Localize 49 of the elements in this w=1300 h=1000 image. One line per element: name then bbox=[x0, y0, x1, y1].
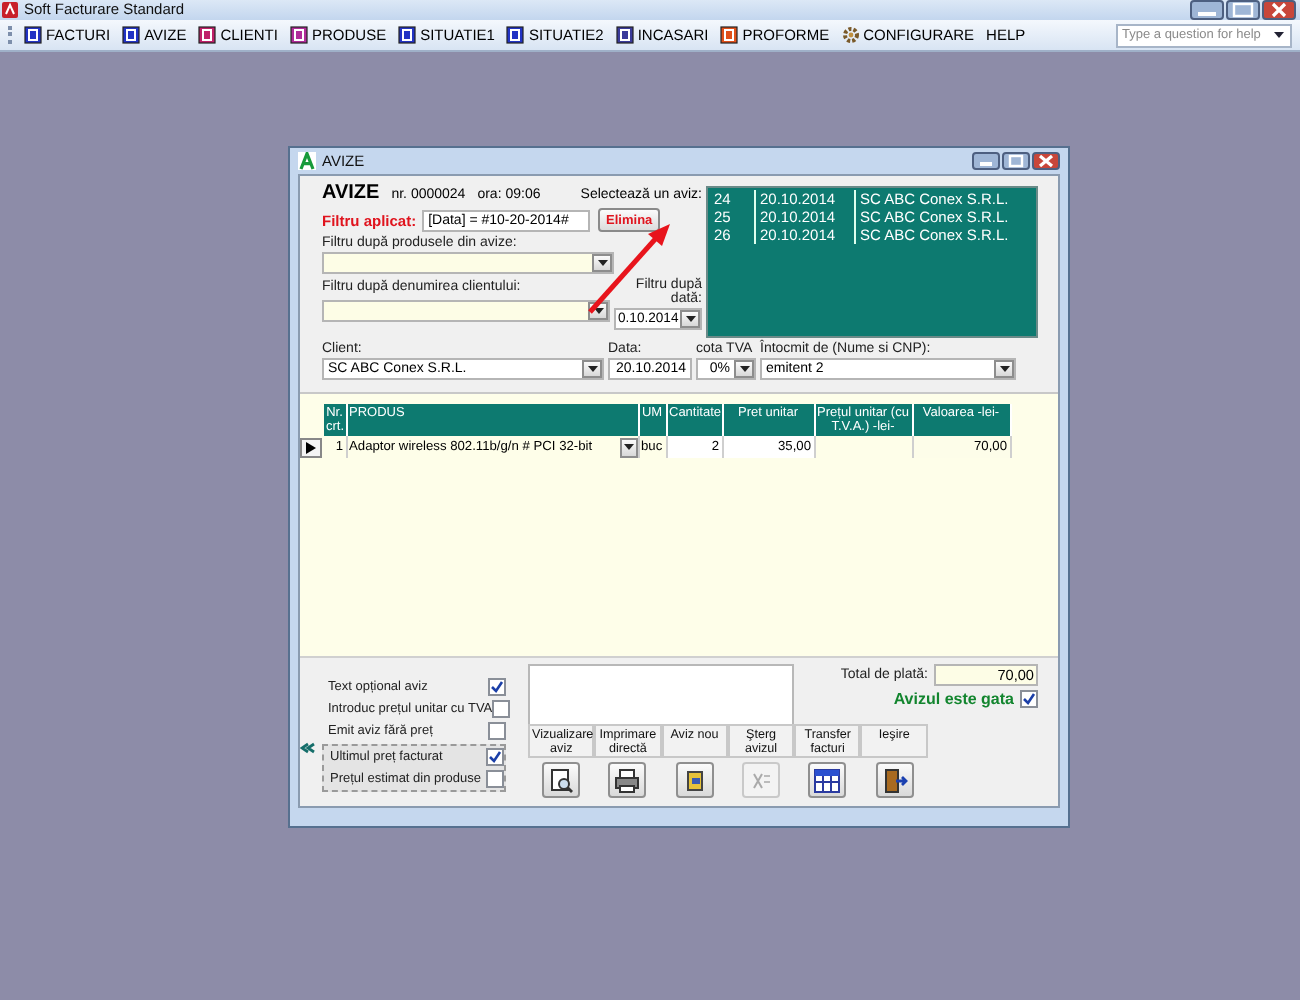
transfer-button[interactable] bbox=[808, 762, 847, 798]
checkbox[interactable] bbox=[486, 770, 504, 788]
dropdown-button[interactable] bbox=[734, 360, 754, 378]
arrow-annotation bbox=[588, 224, 670, 314]
checkbox[interactable] bbox=[1020, 690, 1038, 708]
new-button[interactable] bbox=[675, 762, 714, 798]
form-heading: AVIZE bbox=[322, 182, 380, 204]
ready-label: Avizul este gata bbox=[893, 690, 1014, 708]
document-icon bbox=[681, 767, 708, 793]
table-window-icon bbox=[814, 767, 841, 793]
exit-door-icon bbox=[881, 767, 908, 793]
caret-icon bbox=[685, 316, 695, 322]
dropdown-button[interactable] bbox=[582, 360, 602, 378]
pointer-icon bbox=[306, 441, 316, 453]
dropdown-arrow-icon bbox=[1274, 32, 1284, 38]
maximize-button[interactable] bbox=[1226, 0, 1260, 20]
caret-icon bbox=[739, 366, 749, 372]
double-chevron-icon bbox=[300, 742, 316, 754]
app-logo-icon bbox=[2, 2, 18, 18]
dropdown-button[interactable] bbox=[680, 310, 700, 328]
minimize-button[interactable] bbox=[972, 152, 1000, 170]
gear-icon bbox=[841, 26, 860, 44]
close-icon bbox=[1034, 154, 1058, 168]
caret-icon bbox=[999, 366, 1009, 372]
checkbox[interactable] bbox=[488, 678, 506, 696]
caret-icon bbox=[587, 366, 597, 372]
caret-icon bbox=[597, 260, 607, 266]
dropdown-button[interactable] bbox=[994, 360, 1014, 378]
maximize-icon bbox=[1228, 2, 1258, 18]
caret-icon bbox=[623, 444, 633, 450]
checkbox[interactable] bbox=[492, 700, 511, 718]
print-button[interactable] bbox=[608, 762, 647, 798]
checkbox[interactable] bbox=[486, 748, 504, 766]
checkbox[interactable] bbox=[488, 722, 506, 740]
preview-button[interactable] bbox=[542, 762, 581, 798]
caret-icon bbox=[593, 308, 603, 314]
document-magnifier-icon bbox=[548, 767, 575, 793]
close-button[interactable] bbox=[1032, 152, 1060, 170]
dropdown-button[interactable] bbox=[592, 254, 612, 272]
dropdown-button[interactable] bbox=[619, 437, 637, 457]
maximize-button[interactable] bbox=[1002, 152, 1030, 170]
exit-button[interactable] bbox=[875, 762, 914, 798]
close-button[interactable] bbox=[1262, 0, 1296, 20]
printer-icon bbox=[614, 767, 641, 793]
maximize-icon bbox=[1004, 154, 1028, 168]
row-selector[interactable] bbox=[300, 437, 322, 457]
notes-field[interactable] bbox=[528, 664, 794, 730]
minimize-button[interactable] bbox=[1190, 0, 1224, 20]
app-logo-icon bbox=[298, 152, 316, 170]
